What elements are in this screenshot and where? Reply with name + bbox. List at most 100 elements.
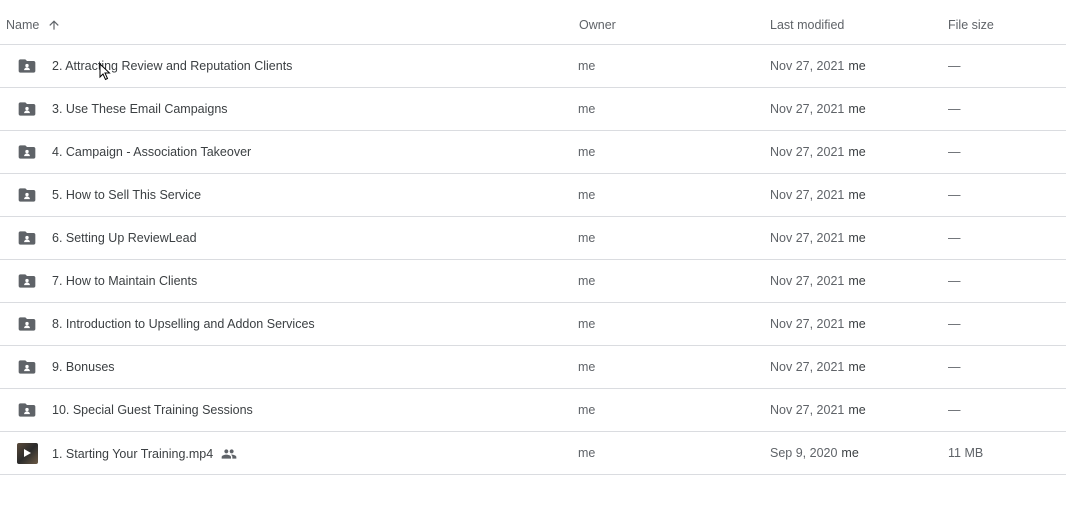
arrow-up-icon[interactable] xyxy=(47,18,61,32)
shared-folder-icon xyxy=(16,270,38,292)
file-name-label[interactable]: 6. Setting Up ReviewLead xyxy=(52,231,197,245)
modified-date: Nov 27, 2021 xyxy=(770,274,845,288)
modified-date: Nov 27, 2021 xyxy=(770,188,845,202)
shared-folder-icon xyxy=(16,399,38,421)
column-header-name-label[interactable]: Name xyxy=(6,18,39,32)
file-row[interactable]: 6. Setting Up ReviewLead me Nov 27, 2021 me… xyxy=(0,217,1066,260)
file-last-modified: Nov 27, 2021 me xyxy=(770,188,866,202)
modified-date: Sep 9, 2020 xyxy=(770,446,838,460)
file-row[interactable]: 4. Campaign - Association Takeover me Nov … xyxy=(0,131,1066,174)
file-name-label[interactable]: 8. Introduction to Upselling and Addon S… xyxy=(52,317,315,331)
file-name[interactable]: 10. Special Guest Training Sessions xyxy=(52,403,253,417)
video-thumbnail-icon xyxy=(16,442,38,464)
file-name[interactable]: 7. How to Maintain Clients xyxy=(52,274,197,288)
file-owner: me xyxy=(578,59,596,73)
modified-by: me xyxy=(848,188,866,202)
file-row[interactable]: 2. Attracting Review and Reputation Clie… xyxy=(0,45,1066,88)
modified-by: me xyxy=(848,317,866,331)
modified-date: Nov 27, 2021 xyxy=(770,317,845,331)
file-last-modified: Nov 27, 2021 me xyxy=(770,59,866,73)
file-last-modified: Nov 27, 2021 me xyxy=(770,231,866,245)
people-icon xyxy=(221,446,237,462)
column-header-owner[interactable]: Owner xyxy=(579,18,616,32)
file-row[interactable]: 3. Use These Email Campaigns me Nov 27, 20… xyxy=(0,88,1066,131)
modified-date: Nov 27, 2021 xyxy=(770,59,845,73)
column-header-name[interactable]: Name xyxy=(6,18,61,32)
column-header-file-size[interactable]: File size xyxy=(948,18,994,32)
file-name[interactable]: 6. Setting Up ReviewLead xyxy=(52,231,197,245)
file-rows: 2. Attracting Review and Reputation Clie… xyxy=(0,45,1066,475)
modified-date: Nov 27, 2021 xyxy=(770,145,845,159)
file-name[interactable]: 5. How to Sell This Service xyxy=(52,188,201,202)
file-name[interactable]: 1. Starting Your Training.mp4 xyxy=(52,446,237,462)
column-header-last-modified[interactable]: Last modified xyxy=(770,18,844,32)
file-owner: me xyxy=(578,274,596,288)
file-size: — xyxy=(948,360,961,374)
file-name-label[interactable]: 3. Use These Email Campaigns xyxy=(52,102,228,116)
file-row[interactable]: 1. Starting Your Training.mp4 me Sep 9, 20… xyxy=(0,432,1066,475)
modified-by: me xyxy=(841,446,859,460)
shared-folder-icon xyxy=(16,313,38,335)
file-last-modified: Nov 27, 2021 me xyxy=(770,403,866,417)
column-header-row: Name Owner Last modified File size xyxy=(0,0,1066,45)
file-size: — xyxy=(948,274,961,288)
file-owner: me xyxy=(578,145,596,159)
file-size: — xyxy=(948,317,961,331)
modified-date: Nov 27, 2021 xyxy=(770,360,845,374)
file-owner: me xyxy=(578,317,596,331)
file-owner: me xyxy=(578,403,596,417)
file-last-modified: Sep 9, 2020 me xyxy=(770,446,859,460)
file-size: — xyxy=(948,145,961,159)
file-name-label[interactable]: 9. Bonuses xyxy=(52,360,115,374)
file-owner: me xyxy=(578,188,596,202)
modified-by: me xyxy=(848,145,866,159)
shared-folder-icon xyxy=(16,98,38,120)
file-name[interactable]: 3. Use These Email Campaigns xyxy=(52,102,228,116)
file-row[interactable]: 5. How to Sell This Service me Nov 27, 202… xyxy=(0,174,1066,217)
file-size: — xyxy=(948,403,961,417)
file-size: — xyxy=(948,231,961,245)
file-name[interactable]: 2. Attracting Review and Reputation Clie… xyxy=(52,59,292,73)
file-last-modified: Nov 27, 2021 me xyxy=(770,145,866,159)
shared-folder-icon xyxy=(16,227,38,249)
file-last-modified: Nov 27, 2021 me xyxy=(770,274,866,288)
modified-by: me xyxy=(848,403,866,417)
shared-folder-icon xyxy=(16,55,38,77)
file-row[interactable]: 10. Special Guest Training Sessions me Nov… xyxy=(0,389,1066,432)
file-owner: me xyxy=(578,231,596,245)
modified-date: Nov 27, 2021 xyxy=(770,403,845,417)
file-owner: me xyxy=(578,102,596,116)
modified-date: Nov 27, 2021 xyxy=(770,102,845,116)
file-size: 11 MB xyxy=(948,446,984,460)
shared-folder-icon xyxy=(16,184,38,206)
modified-by: me xyxy=(848,274,866,288)
shared-folder-icon xyxy=(16,141,38,163)
file-size: — xyxy=(948,59,961,73)
file-size: — xyxy=(948,188,961,202)
file-row[interactable]: 8. Introduction to Upselling and Addon S… xyxy=(0,303,1066,346)
file-last-modified: Nov 27, 2021 me xyxy=(770,102,866,116)
modified-date: Nov 27, 2021 xyxy=(770,231,845,245)
file-last-modified: Nov 27, 2021 me xyxy=(770,317,866,331)
modified-by: me xyxy=(848,360,866,374)
file-name[interactable]: 4. Campaign - Association Takeover xyxy=(52,145,251,159)
file-last-modified: Nov 27, 2021 me xyxy=(770,360,866,374)
file-name-label[interactable]: 7. How to Maintain Clients xyxy=(52,274,197,288)
file-name-label[interactable]: 4. Campaign - Association Takeover xyxy=(52,145,251,159)
modified-by: me xyxy=(848,102,866,116)
file-name-label[interactable]: 1. Starting Your Training.mp4 xyxy=(52,447,213,461)
file-name-label[interactable]: 10. Special Guest Training Sessions xyxy=(52,403,253,417)
file-name[interactable]: 9. Bonuses xyxy=(52,360,115,374)
modified-by: me xyxy=(848,231,866,245)
file-row[interactable]: 7. How to Maintain Clients me Nov 27, 2021… xyxy=(0,260,1066,303)
modified-by: me xyxy=(848,59,866,73)
file-size: — xyxy=(948,102,961,116)
file-name[interactable]: 8. Introduction to Upselling and Addon S… xyxy=(52,317,315,331)
shared-folder-icon xyxy=(16,356,38,378)
file-owner: me xyxy=(578,360,596,374)
file-owner: me xyxy=(578,446,596,460)
file-name-label[interactable]: 5. How to Sell This Service xyxy=(52,188,201,202)
file-row[interactable]: 9. Bonuses me Nov 27, 2021 me — xyxy=(0,346,1066,389)
file-name-label[interactable]: 2. Attracting Review and Reputation Clie… xyxy=(52,59,292,73)
file-list: Name Owner Last modified File size 2. At… xyxy=(0,0,1066,475)
